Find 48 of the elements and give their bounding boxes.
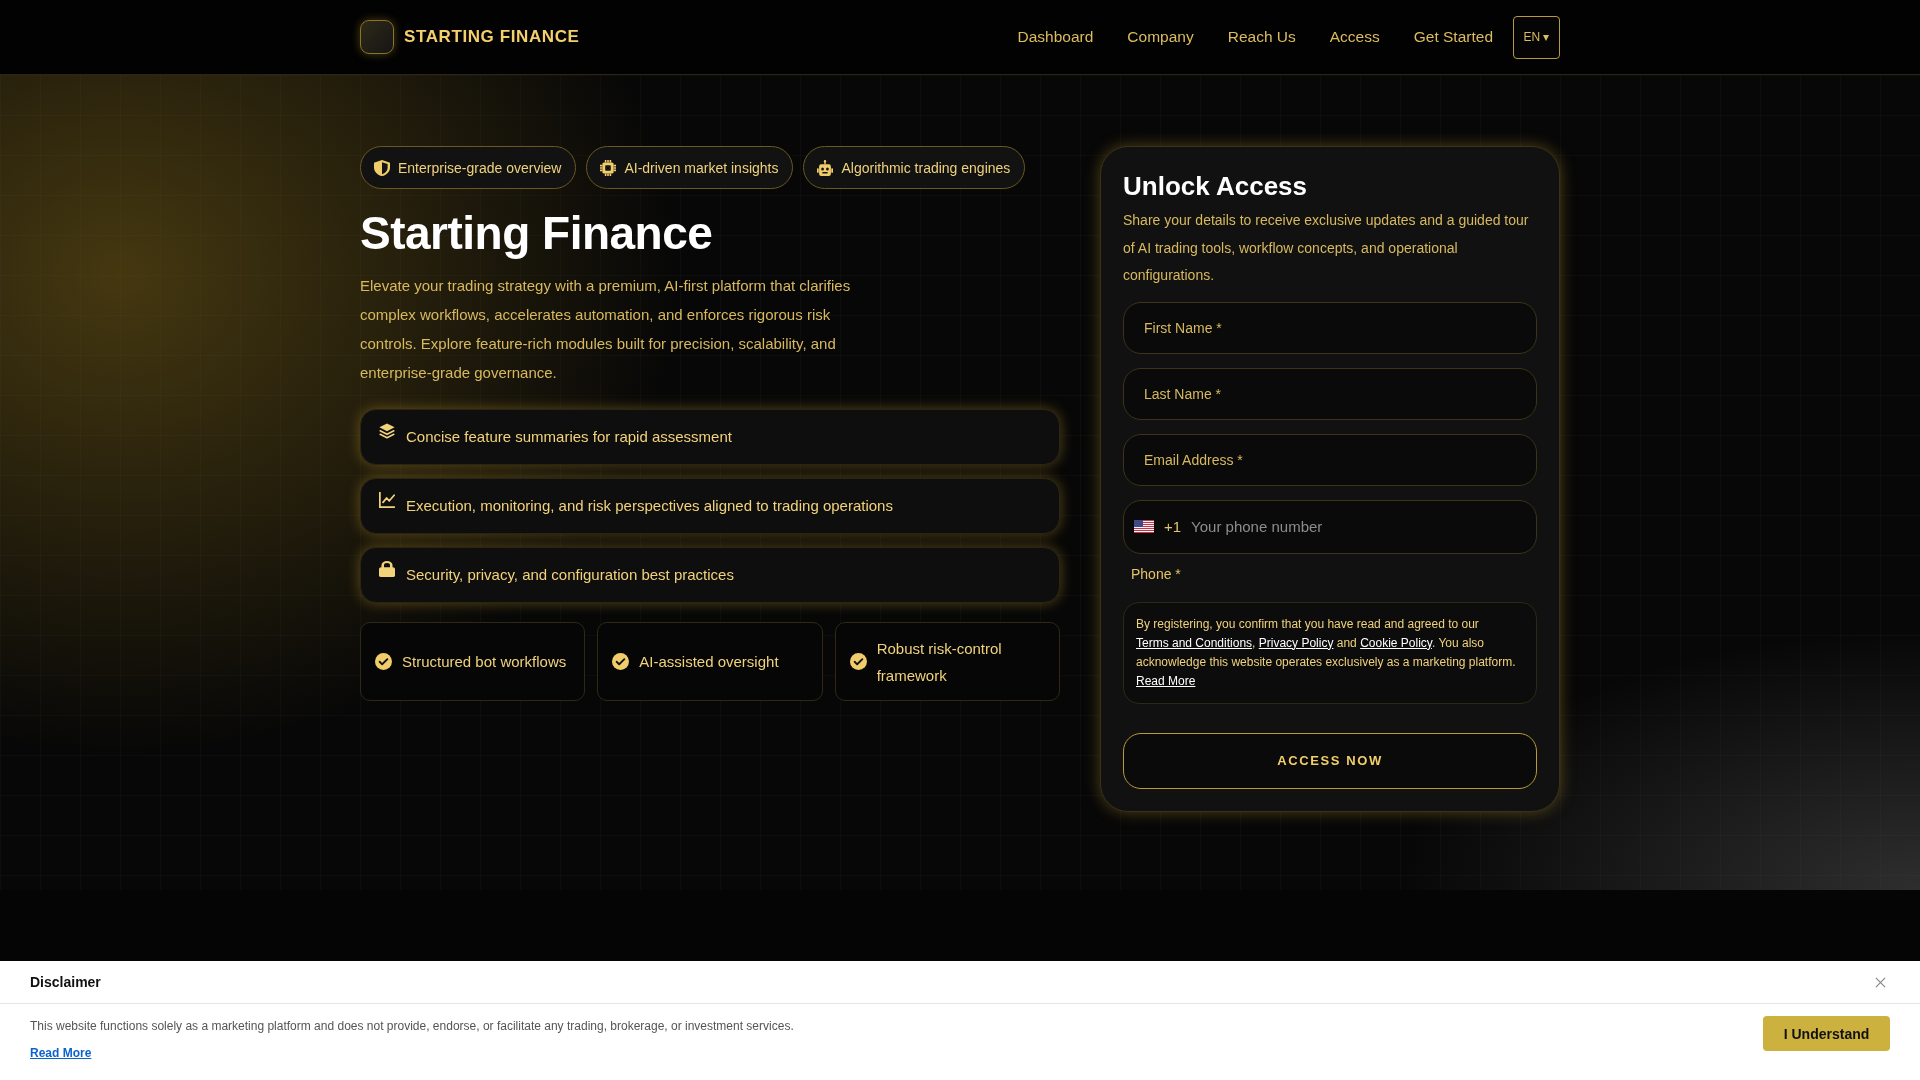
feature-text: Concise feature summaries for rapid assessment <box>406 427 732 447</box>
form-description: Share your details to receive exclusive updates and a guided tour of AI trading tools, workflow concepts, and operational configurations. <box>1123 211 1530 285</box>
logo-icon <box>360 20 394 54</box>
nav-link[interactable]: Company <box>1127 28 1194 46</box>
tag-label: Algorithmic trading engines <box>841 159 1011 176</box>
consent-link[interactable]: Privacy Policy <box>1258 635 1334 650</box>
chip-icon <box>600 159 617 176</box>
input-field[interactable]: Last Name * <box>1123 367 1537 420</box>
tag-label: Enterprise-grade overview <box>398 159 562 176</box>
language-button[interactable]: EN ▾ <box>1513 15 1560 59</box>
highlight-text: Robust risk-control framework <box>876 638 1003 686</box>
nav-link[interactable]: Get Started <box>1413 28 1493 46</box>
robot-icon <box>817 159 834 176</box>
layers-icon <box>379 423 395 439</box>
field-label: Phone * <box>1131 564 1182 584</box>
consent-text: By registering, you confirm that you have read and agreed to our Terms and Conditions, Privacy Policy and Cookie Policy. You also acknowledge this website operates exclusively as a marketing platform. Read More <box>1136 615 1517 690</box>
phone-field[interactable]: +1 Your phone number <box>1123 499 1537 554</box>
input-field[interactable]: First Name * <box>1123 301 1537 354</box>
brand-name[interactable]: STARTING FINANCE <box>404 27 580 47</box>
read-more-link[interactable]: Read More <box>30 1046 92 1060</box>
lock-icon <box>379 561 395 577</box>
highlight-text: AI-assisted oversight <box>639 652 779 672</box>
disclaimer-title: Disclaimer <box>30 974 101 990</box>
feature-text: Execution, monitoring, and risk perspectives aligned to trading operations <box>406 496 893 516</box>
access-button[interactable]: ACCESS NOW <box>1123 732 1537 789</box>
flag-icon <box>1134 520 1154 533</box>
tag-label: AI-driven market insights <box>624 159 779 176</box>
highlight-text: Structured bot workflows <box>402 652 567 672</box>
nav-link[interactable]: Access <box>1329 28 1380 46</box>
hero-title: Starting Finance <box>360 206 714 261</box>
consent-link[interactable]: Read More <box>1136 673 1196 688</box>
shield-icon <box>374 159 390 176</box>
input-field[interactable]: Email Address * <box>1123 433 1537 486</box>
check-circle-icon <box>849 653 867 670</box>
intro-text: Elevate your trading strategy with a premium, AI-first platform that clarifies complex workflows, accelerates automation, and enforces rigorous risk controls. Explore feature-rich modules built for precision, scalability, and enterprise-grade governance. <box>360 276 852 383</box>
consent-link[interactable]: Cookie Policy <box>1360 635 1432 650</box>
phone-number-input[interactable]: Your phone number <box>1191 506 1526 547</box>
nav-link[interactable]: Reach Us <box>1227 28 1296 46</box>
form-title: Unlock Access <box>1123 170 1309 203</box>
line-chart-icon <box>379 492 395 508</box>
understand-button[interactable]: I Understand <box>1763 1016 1890 1051</box>
nav-link[interactable]: Dashboard <box>1017 28 1094 46</box>
disclaimer-text: This website functions solely as a marketing platform and does not provide, endorse, or facilitate any trading, brokerage, or investment services. <box>30 1018 794 1034</box>
close-icon <box>1875 976 1886 988</box>
check-circle-icon <box>612 653 630 670</box>
feature-text: Security, privacy, and configuration best practices <box>406 565 734 585</box>
country-code[interactable]: +1 <box>1164 518 1182 535</box>
check-circle-icon <box>375 653 392 670</box>
